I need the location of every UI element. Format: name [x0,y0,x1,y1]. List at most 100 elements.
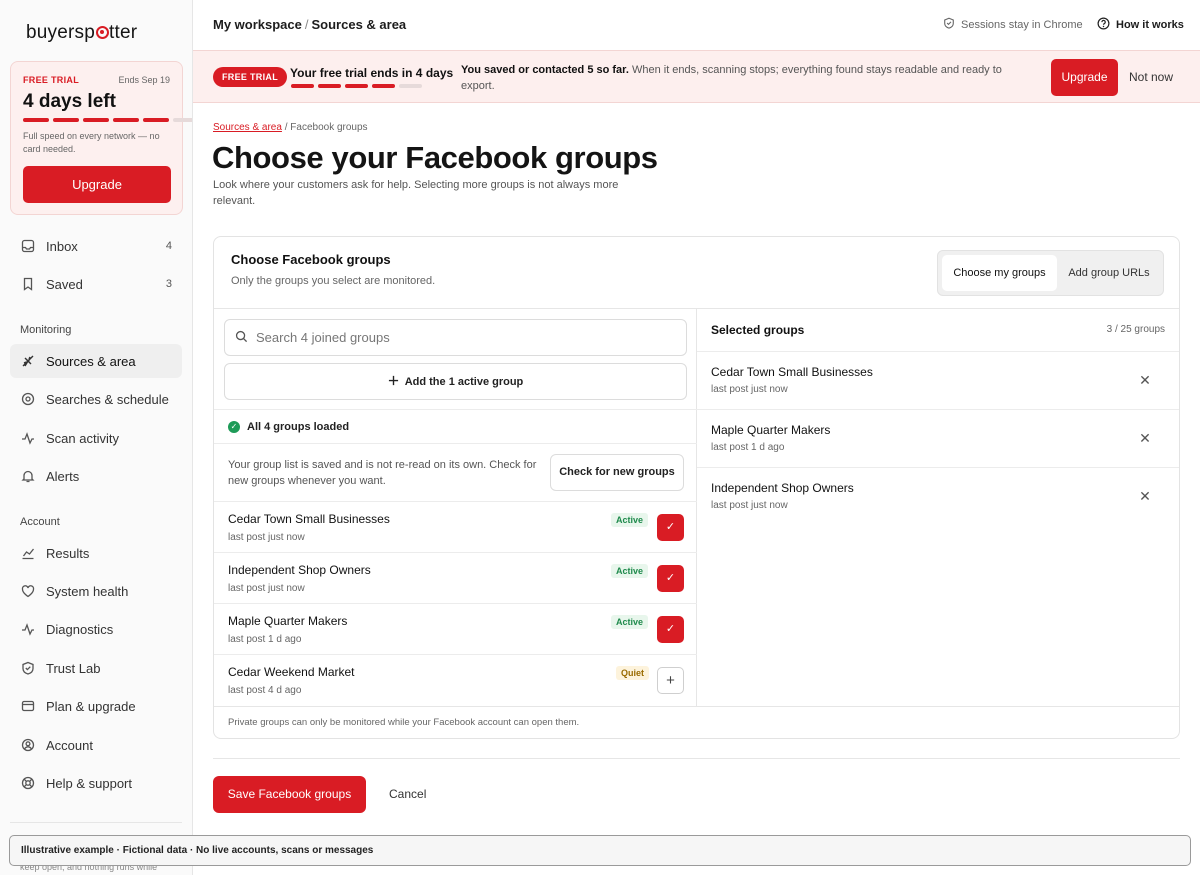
group-checkbox[interactable]: ✓ [657,616,684,643]
breadcrumb-root[interactable]: My workspace [213,17,302,32]
close-icon[interactable]: ✕ [1137,430,1153,446]
how-it-works-link[interactable]: How it works [1097,17,1184,33]
sub-breadcrumb-link[interactable]: Sources & area [213,122,282,133]
trial-progress-segment [399,84,422,88]
sidebar-item-label: Help & support [46,775,132,791]
add-group-button[interactable]: + [657,667,684,694]
radar-icon [20,353,36,369]
pulse-icon [20,621,36,637]
trial-progress-segment [113,118,139,122]
trial-progress-segment [83,118,109,122]
add-active-group-button[interactable]: Add the 1 active group [224,363,687,400]
free-trial-pill: FREE TRIAL [213,67,287,87]
breadcrumb: My workspace / Sources & area [213,17,406,32]
breadcrumb-current: Sources & area [311,17,407,32]
help-circle-icon [1097,17,1110,33]
banner-upgrade-button[interactable]: Upgrade [1051,59,1118,96]
sessions-note: Sessions stay in Chrome [943,17,1083,32]
sidebar-item-sources-area[interactable]: Sources & area [10,344,182,378]
trial-banner-message: You saved or contacted 5 so far. When it… [461,62,1016,94]
sessions-text: Sessions stay in Chrome [961,18,1083,31]
status-badge: Active [611,513,649,527]
card-icon [20,698,36,714]
sidebar-item-label: Results [46,545,90,561]
group-checkbox[interactable]: ✓ [657,514,684,541]
private-groups-note: Private groups can only be monitored whi… [214,706,1179,739]
sub-breadcrumb: Sources & area / Facebook groups [213,122,368,133]
sidebar-item-saved[interactable]: Saved 3 [10,267,182,301]
trial-progress-segment [53,118,79,122]
sidebar-item-searches-schedule[interactable]: Searches & schedule [10,382,182,416]
check-new-groups-button[interactable]: Check for new groups [550,454,684,491]
selected-group-last-post: last post 1 d ago [711,442,785,453]
sidebar-item-inbox[interactable]: Inbox 4 [10,229,182,263]
topbar: My workspace / Sources & area Sessions sta… [193,0,1200,50]
sidebar-item-account[interactable]: Account [10,728,182,762]
sidebar-item-help-support[interactable]: Help & support [10,766,182,800]
selected-group-row: Maple Quarter Makers last post 1 d ago ✕ [697,410,1179,468]
sidebar-item-scan-activity[interactable]: Scan activity [10,421,182,455]
sidebar: buyersp tter FREE TRIAL Ends Sep 19 4 day… [0,0,193,875]
target-logo-icon [95,26,109,39]
add-active-group-label: Add the 1 active group [404,375,524,388]
tab-add-group-urls[interactable]: Add group URLs [1059,255,1159,291]
cancel-button[interactable]: Cancel [389,787,426,801]
sidebar-item-label: Diagnostics [46,621,114,637]
facebook-groups-card: Choose Facebook groups Only the groups y… [213,236,1180,739]
account-heading: Account [20,516,60,528]
sidebar-item-label: System health [46,583,129,599]
sidebar-item-trust-lab[interactable]: Trust Lab [10,651,182,685]
group-row[interactable]: Cedar Town Small Businesses last post ju… [214,501,697,552]
sidebar-item-label: Scan activity [46,430,119,446]
not-now-button[interactable]: Not now [1129,70,1173,84]
save-facebook-groups-button[interactable]: Save Facebook groups [213,776,366,813]
user-icon [20,737,36,753]
page-description: Look where your customers ask for help. … [213,179,619,207]
selected-groups-panel: Selected groups 3 / 25 groups Cedar Town… [697,309,1179,706]
sidebar-item-label: Inbox [46,238,78,254]
trial-progress-segment [345,84,368,88]
trial-progress-segment [372,84,395,88]
trial-progress-segment [143,118,169,122]
sidebar-item-label: Trust Lab [46,660,101,676]
lifebuoy-icon [20,775,36,791]
logo[interactable]: buyersp tter [26,22,137,44]
group-row[interactable]: Independent Shop Owners last post just n… [214,552,697,603]
activity-icon [20,430,36,446]
selected-group-row: Cedar Town Small Businesses last post ju… [697,352,1179,410]
card-header: Choose Facebook groups Only the groups y… [214,237,1179,309]
trial-card: FREE TRIAL Ends Sep 19 4 days left Full … [10,61,192,215]
sidebar-item-label: Account [46,737,93,753]
sidebar-item-diagnostics[interactable]: Diagnostics [10,612,182,646]
selected-group-last-post: last post just now [711,384,788,395]
chart-icon [20,545,36,561]
sidebar-upgrade-button[interactable]: Upgrade [23,166,171,203]
how-it-works-label: How it works [1116,19,1184,31]
group-checkbox[interactable]: ✓ [657,565,684,592]
search-icon [235,330,248,346]
trial-progress [23,118,192,122]
trial-progress-segment [173,118,192,122]
selected-group-name: Cedar Town Small Businesses [711,365,873,379]
group-row[interactable]: Cedar Weekend Market last post 4 d ago Q… [214,654,697,705]
shield-check-icon [943,17,955,32]
sidebar-item-results[interactable]: Results [10,536,182,570]
sidebar-item-label: Searches & schedule [46,391,169,407]
tab-choose-my-groups[interactable]: Choose my groups [942,255,1057,291]
bookmark-icon [20,276,36,292]
bell-icon [20,468,36,484]
trial-progress-segment [318,84,341,88]
monitoring-heading: Monitoring [20,324,72,336]
status-badge: Active [611,615,649,629]
close-icon[interactable]: ✕ [1137,372,1153,388]
close-icon[interactable]: ✕ [1137,488,1153,504]
selected-group-name: Independent Shop Owners [711,481,854,495]
group-row[interactable]: Maple Quarter Makers last post 1 d ago A… [214,603,697,654]
sidebar-item-plan-upgrade[interactable]: Plan & upgrade [10,689,182,723]
page-title: Choose your Facebook groups [212,140,658,175]
sidebar-item-system-health[interactable]: System health [10,574,182,608]
search-input[interactable] [256,330,676,345]
groups-loaded-status: ✓ All 4 groups loaded [214,409,697,444]
group-last-post: last post just now [228,583,305,594]
sidebar-item-alerts[interactable]: Alerts [10,459,182,493]
